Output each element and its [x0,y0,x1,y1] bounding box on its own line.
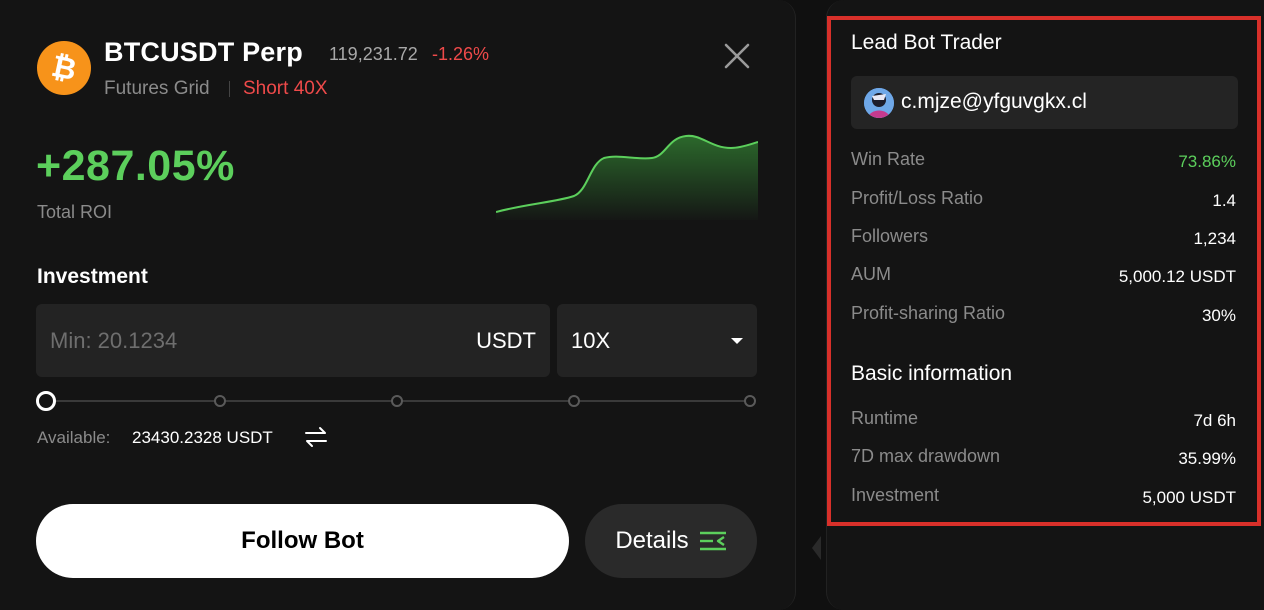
stat-value-pl-ratio: 1.4 [1212,191,1236,210]
follow-bot-button[interactable]: Follow Bot [36,504,569,578]
caret-down-icon [731,338,743,344]
stat-label-profit-sharing: Profit-sharing Ratio [851,303,1006,323]
stat-value-aum: 5,000.12 USDT [1118,267,1236,286]
details-button[interactable]: Details [585,504,757,578]
trader-name: c.mjze@yfguvgkx.cl [901,90,1087,113]
transfer-icon[interactable] [303,426,329,448]
leverage-value: 10X [571,328,611,353]
amount-unit: USDT [476,328,536,353]
info-label-drawdown: 7D max drawdown [851,446,1001,466]
info-label-investment: Investment [851,485,940,505]
pair-title: BTCUSDT Perp [104,37,303,67]
stat-value-followers: 1,234 [1193,229,1236,248]
leverage-dropdown[interactable]: 10X [557,304,757,377]
available-balance: 23430.2328 USDT [132,428,273,447]
slider-stop-100[interactable] [744,395,756,407]
slider-stop-75[interactable] [568,395,580,407]
info-value-drawdown: 35.99% [1178,449,1236,468]
stat-label-pl-ratio: Profit/Loss Ratio [851,188,984,208]
stat-label-aum: AUM [851,264,891,284]
stat-value-win-rate: 73.86% [1178,152,1236,171]
lead-trader-title: Lead Bot Trader [851,31,1002,54]
investment-amount-field: USDT [36,304,550,377]
info-value-investment: 5,000 USDT [1142,488,1236,507]
stat-value-profit-sharing: 30% [1201,306,1236,325]
price-change: -1.26% [432,44,490,64]
stat-label-followers: Followers [851,226,929,246]
info-label-runtime: Runtime [851,408,919,428]
position-tag: Short 40X [243,78,328,99]
close-icon[interactable] [721,40,753,72]
available-label: Available: [37,428,111,447]
slider-stop-25[interactable] [214,395,226,407]
svg-text:₿: ₿ [49,51,79,85]
bitcoin-icon: ₿ [37,41,91,95]
investment-amount-input[interactable] [50,304,450,377]
total-roi-value: +287.05% [36,142,235,190]
pair-price: 119,231.72 [329,44,418,64]
slider-handle[interactable] [36,391,56,411]
panel-notch [812,536,821,560]
basic-info-title: Basic information [851,362,1013,385]
details-icon [699,531,726,551]
total-roi-label: Total ROI [37,202,113,222]
trader-profile[interactable]: c.mjze@yfguvgkx.cl [851,76,1238,129]
divider [229,81,230,97]
stat-label-win-rate: Win Rate [851,149,926,169]
roi-sparkline [496,134,758,220]
investment-title: Investment [37,265,148,288]
bot-type-label: Futures Grid [104,78,210,99]
slider-stop-50[interactable] [391,395,403,407]
avatar [864,88,894,118]
details-label: Details [615,527,689,554]
info-value-runtime: 7d 6h [1193,411,1236,430]
